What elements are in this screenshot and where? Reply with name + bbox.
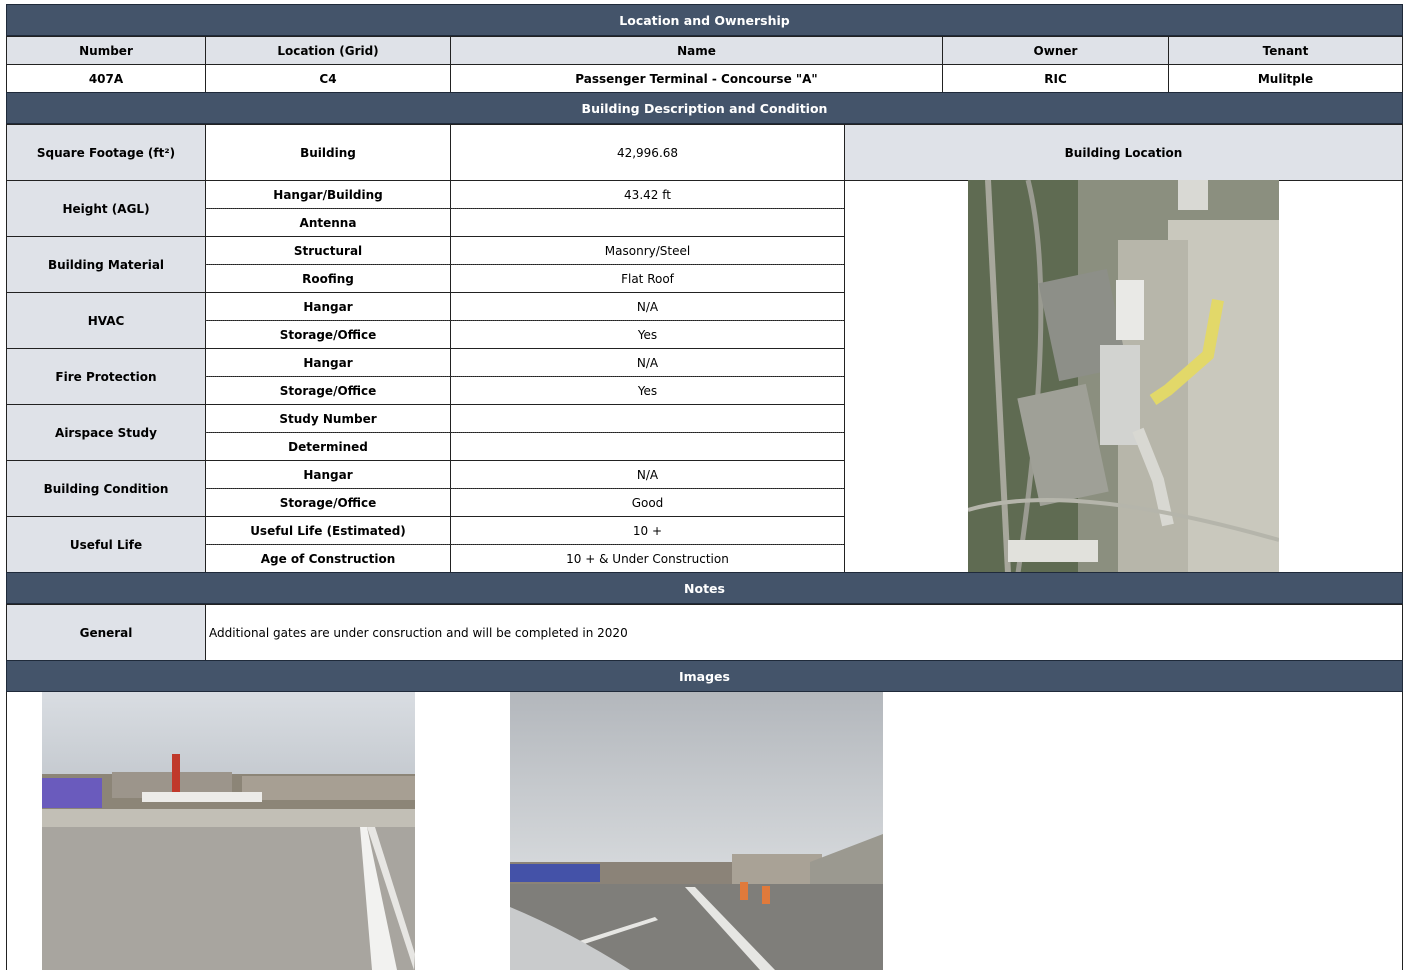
value-height-hangar-building: 43.42 ft — [450, 180, 845, 209]
label-roofing: Roofing — [205, 264, 451, 293]
value-structural: Masonry/Steel — [450, 236, 845, 265]
value-condition-hangar: N/A — [450, 460, 845, 489]
value-fire-storage-office: Yes — [450, 376, 845, 405]
images-left-border — [6, 692, 7, 970]
aerial-map-image — [968, 180, 1279, 573]
label-condition-storage-office: Storage/Office — [205, 488, 451, 517]
label-determined: Determined — [205, 432, 451, 461]
value-fire-hangar: N/A — [450, 348, 845, 377]
value-condition-storage-office: Good — [450, 488, 845, 517]
terminal-photo-2 — [510, 692, 883, 970]
band-building-description: Building Description and Condition — [6, 92, 1403, 124]
band-images: Images — [6, 660, 1403, 692]
group-airspace-study: Airspace Study — [6, 404, 206, 461]
label-hvac-storage-office: Storage/Office — [205, 320, 451, 349]
value-study-number — [450, 404, 845, 433]
label-building: Building — [205, 124, 451, 181]
label-fire-hangar: Hangar — [205, 348, 451, 377]
value-hvac-storage-office: Yes — [450, 320, 845, 349]
value-name: Passenger Terminal - Concourse "A" — [450, 64, 943, 93]
group-building-material: Building Material — [6, 236, 206, 293]
label-age-of-construction: Age of Construction — [205, 544, 451, 573]
group-height-agl: Height (AGL) — [6, 180, 206, 237]
group-fire-protection: Fire Protection — [6, 348, 206, 405]
facility-sheet: Location and Ownership Number Location (… — [6, 4, 1403, 970]
value-number: 407A — [6, 64, 206, 93]
label-condition-hangar: Hangar — [205, 460, 451, 489]
value-height-antenna — [450, 208, 845, 237]
images-right-border — [1402, 692, 1403, 970]
header-name: Name — [450, 36, 943, 65]
header-number: Number — [6, 36, 206, 65]
group-square-footage: Square Footage (ft²) — [6, 124, 206, 181]
header-owner: Owner — [942, 36, 1169, 65]
notes-general-label: General — [6, 604, 206, 661]
value-owner: RIC — [942, 64, 1169, 93]
group-hvac: HVAC — [6, 292, 206, 349]
label-hangar-building: Hangar/Building — [205, 180, 451, 209]
value-location-grid: C4 — [205, 64, 451, 93]
header-tenant: Tenant — [1168, 36, 1403, 65]
value-age-of-construction: 10 + & Under Construction — [450, 544, 845, 573]
value-tenant: Mulitple — [1168, 64, 1403, 93]
value-roofing: Flat Roof — [450, 264, 845, 293]
notes-general-text: Additional gates are under consruction a… — [205, 604, 1403, 661]
header-building-location: Building Location — [844, 124, 1403, 181]
label-fire-storage-office: Storage/Office — [205, 376, 451, 405]
label-antenna: Antenna — [205, 208, 451, 237]
band-location-ownership: Location and Ownership — [6, 4, 1403, 36]
label-structural: Structural — [205, 236, 451, 265]
header-location-grid: Location (Grid) — [205, 36, 451, 65]
label-useful-life-estimated: Useful Life (Estimated) — [205, 516, 451, 545]
value-determined — [450, 432, 845, 461]
group-building-condition: Building Condition — [6, 460, 206, 517]
group-useful-life: Useful Life — [6, 516, 206, 573]
value-square-footage: 42,996.68 — [450, 124, 845, 181]
label-study-number: Study Number — [205, 404, 451, 433]
value-useful-life-estimated: 10 + — [450, 516, 845, 545]
terminal-photo-1 — [42, 692, 415, 970]
label-hvac-hangar: Hangar — [205, 292, 451, 321]
value-hvac-hangar: N/A — [450, 292, 845, 321]
band-notes: Notes — [6, 572, 1403, 604]
